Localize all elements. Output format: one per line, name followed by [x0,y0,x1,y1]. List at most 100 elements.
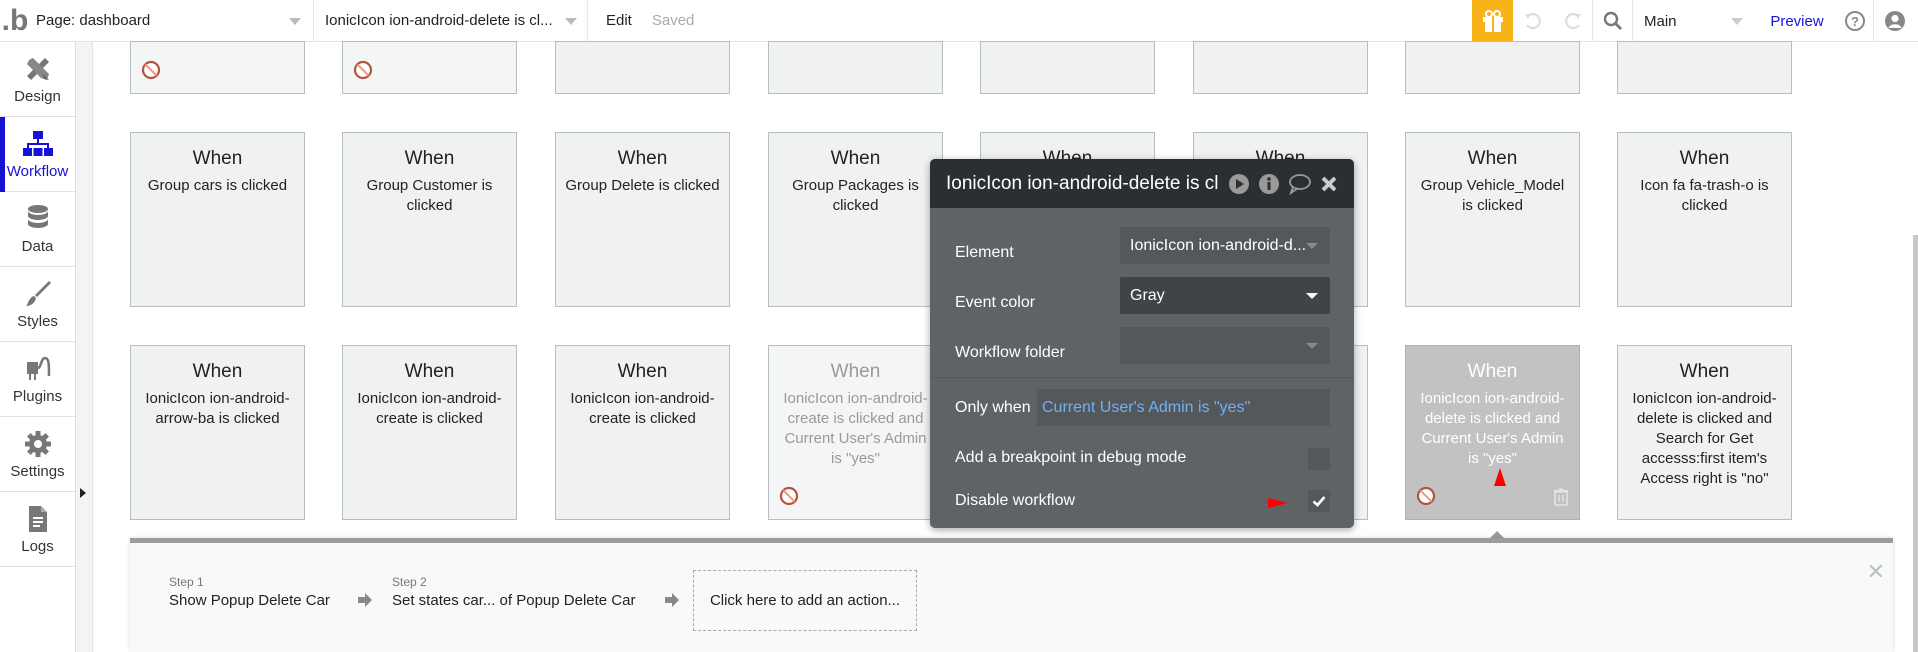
event-color-label: Event color [955,294,1036,311]
sidebar-item-label: Settings [10,462,65,480]
gift-icon [1482,10,1503,32]
workflow-card[interactable] [1193,41,1368,94]
sidebar-item-label: Data [21,237,54,255]
disabled-icon [353,60,373,85]
workflow-card[interactable] [555,41,730,94]
divider [1592,0,1593,42]
version-selector-label: Main [1644,12,1677,30]
step-action: Show Popup Delete Car [169,592,330,609]
element-value: IonicIcon ion-android-d... [1130,236,1307,254]
workflow-card[interactable]: When IonicIcon ion-android-delete is clic… [1617,345,1792,520]
workflow-card[interactable] [130,41,305,94]
only-when-label: Only when [955,399,1031,416]
workflow-selector[interactable]: IonicIcon ion-android-delete is cl... [314,0,588,42]
redo-icon [1565,13,1581,30]
workflow-steps-panel: Step 1 Show Popup Delete Car Step 2 Set … [130,538,1893,652]
chevron-down-icon [1306,343,1318,349]
search-button[interactable] [1598,0,1628,42]
sidebar-item-logs[interactable]: Logs [0,492,75,567]
top-bar: .b Page: dashboard IonicIcon ion-android… [0,0,1918,42]
workflow-card[interactable]: When IonicIcon ion-android-delete is clic… [1405,345,1580,520]
element-dropdown[interactable]: IonicIcon ion-android-d... [1120,227,1330,264]
only-when-condition-input[interactable]: Current User's Admin is "yes" [1037,389,1330,426]
workflow-card[interactable]: When Group Vehicle_Model is clicked [1405,132,1580,307]
play-icon[interactable] [1228,173,1250,195]
account-button[interactable] [1880,0,1910,42]
workflow-when-label: When [1679,361,1730,382]
design-icon [26,57,49,80]
sidebar-item-settings[interactable]: Settings [0,417,75,492]
scrollbar[interactable] [1913,235,1918,652]
workflow-card[interactable]: When IonicIcon ion-android-create is clic… [555,345,730,520]
workflow-event-description: Group Vehicle_Model is clicked [1420,177,1565,214]
breakpoint-checkbox[interactable] [1308,448,1330,470]
workflow-card[interactable]: When IonicIcon ion-android-arrow-ba is cl… [130,345,305,520]
redo-button[interactable] [1558,0,1588,42]
trash-icon[interactable] [1553,488,1569,511]
help-icon: ? [1845,11,1865,31]
disabled-icon [141,60,161,85]
arrow-right-icon [665,593,679,607]
chevron-down-icon [1731,18,1743,25]
event-color-dropdown[interactable]: Gray [1120,277,1330,314]
help-button[interactable]: ? [1840,0,1870,42]
workflow-when-label: When [1467,361,1518,382]
sidebar-item-design[interactable]: Design [0,42,75,117]
info-icon[interactable] [1258,173,1280,195]
disable-workflow-checkbox[interactable] [1308,490,1330,512]
workflow-card[interactable]: When Group Packages is clicked [768,132,943,307]
workflow-event-description: IonicIcon ion-android-delete is clicked … [1632,390,1777,487]
sidebar: Design Workflow Data Styles Plugins Sett… [0,42,76,652]
step-1[interactable]: Step 1 Show Popup Delete Car [169,575,330,609]
workflow-card[interactable]: When Icon fa fa-trash-o is clicked [1617,132,1792,307]
workflow-card[interactable]: When IonicIcon ion-android-create is clic… [342,345,517,520]
selected-pointer [1490,531,1504,538]
sidebar-item-workflow[interactable]: Workflow [0,117,75,192]
workflow-event-description: Group Customer is clicked [366,177,493,214]
element-label: Element [955,244,1014,261]
workflow-card[interactable] [980,41,1155,94]
step-2[interactable]: Step 2 Set states car... of Popup Delete… [392,575,635,609]
gift-button[interactable] [1472,0,1513,42]
workflow-card[interactable]: When Group cars is clicked [130,132,305,307]
workflow-when-label: When [830,361,881,382]
bubble-logo[interactable]: .b [0,0,30,42]
workflow-when-label: When [192,148,243,169]
workflow-card[interactable] [768,41,943,94]
divider [1873,0,1874,42]
workflow-event-description: Group Delete is clicked [565,177,720,194]
panel-gutter [76,42,93,652]
workflow-when-label: When [1679,148,1730,169]
workflow-card[interactable]: When IonicIcon ion-android-create is clic… [768,345,943,520]
close-icon[interactable] [1320,175,1338,193]
workflow-card[interactable]: When Group Customer is clicked [342,132,517,307]
edit-menu[interactable]: Edit [588,12,642,29]
save-status: Saved [651,12,695,29]
comment-icon[interactable] [1288,173,1312,195]
workflow-card[interactable] [342,41,517,94]
workflow-event-description: IonicIcon ion-android-arrow-ba is clicke… [145,390,290,427]
plug-icon [26,356,50,380]
sidebar-item-label: Logs [21,537,54,555]
sidebar-item-styles[interactable]: Styles [0,267,75,342]
workflow-card[interactable] [1617,41,1792,94]
page-selector[interactable]: Page: dashboard [30,0,314,42]
undo-button[interactable] [1518,0,1548,42]
sidebar-item-label: Workflow [6,162,69,180]
disable-workflow-label: Disable workflow [955,492,1076,509]
workflow-folder-dropdown[interactable] [1120,327,1330,364]
workflow-card[interactable]: When Group Delete is clicked [555,132,730,307]
workflow-when-label: When [1467,148,1518,169]
expand-panel-arrow-icon[interactable] [80,488,86,498]
sidebar-item-data[interactable]: Data [0,192,75,267]
close-icon[interactable]: ✕ [1867,559,1885,585]
workflow-card[interactable] [1405,41,1580,94]
version-selector[interactable]: Main [1633,0,1757,42]
preview-button[interactable]: Preview [1766,0,1828,42]
checkmark-icon [1312,496,1326,507]
workflow-event-description: IonicIcon ion-android-create is clicked [570,390,715,427]
workflow-event-description: Group Packages is clicked [792,177,919,214]
arrow-right-icon [358,593,372,607]
sidebar-item-plugins[interactable]: Plugins [0,342,75,417]
add-action-button[interactable]: Click here to add an action... [693,570,917,631]
